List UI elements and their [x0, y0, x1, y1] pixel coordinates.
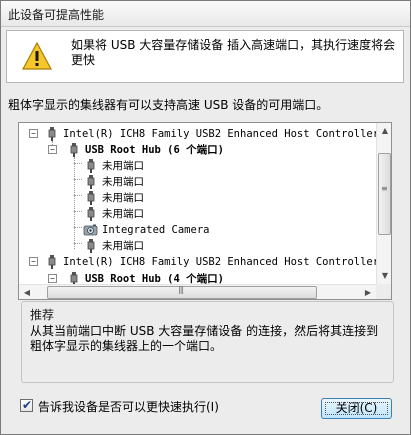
collapse-icon[interactable]: −	[29, 129, 38, 138]
tree-row-port[interactable]: 未用端口	[19, 174, 376, 190]
usb-hub-icon	[70, 272, 78, 284]
tree-row-label: USB Root Hub (4 个端口)	[85, 273, 224, 284]
usb-hub-icon	[70, 143, 78, 157]
usb-port-icon	[87, 159, 95, 173]
usb-controller-icon	[48, 127, 56, 141]
tree-row-label: 未用端口	[102, 176, 144, 188]
recommendation-group: 推荐 从其当前端口中断 USB 大容量存储设备 的连接，然后将其连接到粗体字显示…	[21, 301, 394, 383]
tree-row-hub[interactable]: − USB Root Hub (6 个端口)	[19, 142, 376, 158]
vertical-scroll-thumb[interactable]: ≡	[378, 153, 391, 235]
warning-icon	[22, 42, 52, 70]
horizontal-scrollbar[interactable]: ◀ ||| ▶	[19, 284, 376, 299]
close-button[interactable]: 关闭(C)	[321, 398, 392, 419]
recommendation-text: 从其当前端口中断 USB 大容量存储设备 的连接，然后将其连接到粗体字显示的集线…	[30, 324, 379, 353]
warning-banner: 如果将 USB 大容量存储设备 插入高速端口，其执行速度将会 更快	[6, 30, 404, 83]
tree-row-port[interactable]: 未用端口	[19, 190, 376, 206]
usb-device-tree[interactable]: − Intel(R) ICH8 Family USB2 Enhanced Hos…	[18, 122, 392, 300]
grip-icon: ≡	[381, 184, 388, 193]
scroll-up-icon[interactable]: ▲	[377, 123, 391, 139]
collapse-icon[interactable]: −	[48, 274, 57, 283]
scroll-corner	[376, 284, 391, 299]
horizontal-scroll-thumb[interactable]: |||	[47, 285, 317, 299]
close-button-label: 关闭(C)	[335, 401, 378, 415]
notify-checkbox[interactable]: ✔	[20, 398, 33, 412]
camera-icon	[83, 224, 98, 236]
tree-row-label: 未用端口	[102, 240, 144, 252]
banner-message: 如果将 USB 大容量存储设备 插入高速端口，其执行速度将会 更快	[71, 38, 396, 67]
vertical-scrollbar[interactable]: ▲ ≡ ▼	[376, 123, 391, 284]
tree-row-label: 未用端口	[102, 160, 144, 172]
tree-row-label: Integrated Camera	[102, 224, 210, 236]
usb-port-icon	[87, 191, 95, 205]
title-bar[interactable]: 此设备可提高性能	[1, 1, 410, 27]
recommendation-heading: 推荐	[30, 308, 55, 322]
tree-row-port[interactable]: 未用端口	[19, 158, 376, 174]
usb-port-icon	[87, 207, 95, 221]
tree-row-port[interactable]: 未用端口	[19, 238, 376, 254]
tree-viewport: − Intel(R) ICH8 Family USB2 Enhanced Hos…	[19, 123, 376, 284]
window-title: 此设备可提高性能	[8, 8, 105, 22]
tree-row-label: 未用端口	[102, 208, 144, 220]
notify-checkbox-label[interactable]: 告诉我设备是否可以更快速执行(I)	[38, 398, 219, 415]
tree-row-controller[interactable]: − Intel(R) ICH8 Family USB2 Enhanced Hos…	[19, 126, 376, 142]
checkmark-icon: ✔	[22, 398, 33, 412]
scroll-down-icon[interactable]: ▼	[377, 268, 391, 284]
tree-row-label: Intel(R) ICH8 Family USB2 Enhanced Host …	[63, 256, 376, 268]
hub-description: 粗体字显示的集线器有可以支持高速 USB 设备的可用端口。	[8, 98, 329, 112]
tree-row-label: USB Root Hub (6 个端口)	[85, 144, 224, 156]
tree-row-hub[interactable]: − USB Root Hub (4 个端口)	[19, 271, 376, 284]
grip-icon: |||	[178, 285, 184, 294]
tree-row-camera[interactable]: Integrated Camera	[19, 222, 376, 238]
scroll-left-icon[interactable]: ◀	[19, 285, 35, 299]
scroll-right-icon[interactable]: ▶	[360, 285, 376, 299]
collapse-icon[interactable]: −	[29, 257, 38, 266]
tree-row-port[interactable]: 未用端口	[19, 206, 376, 222]
collapse-icon[interactable]: −	[48, 145, 57, 154]
usb-port-icon	[87, 239, 95, 253]
tree-row-label: Intel(R) ICH8 Family USB2 Enhanced Host …	[63, 128, 376, 140]
dialog-window: 此设备可提高性能 如果将 USB 大容量存储设备 插入高速端口，其执行速度将会 …	[0, 0, 411, 435]
tree-row-controller[interactable]: − Intel(R) ICH8 Family USB2 Enhanced Hos…	[19, 254, 376, 270]
tree-row-label: 未用端口	[102, 192, 144, 204]
usb-port-icon	[87, 175, 95, 189]
usb-controller-icon	[48, 255, 56, 269]
